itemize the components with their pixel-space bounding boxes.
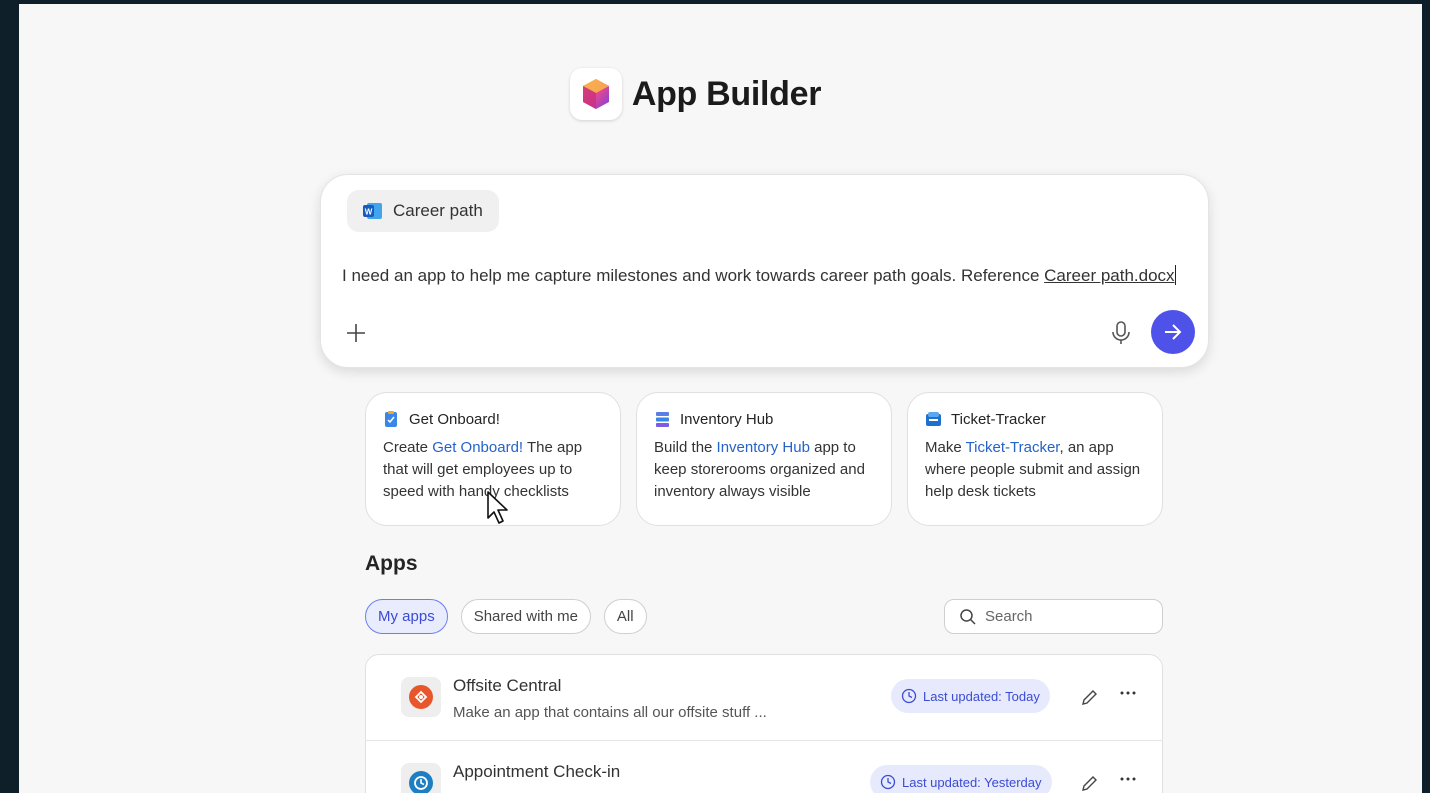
card-link[interactable]: Ticket-Tracker — [966, 439, 1060, 456]
offsite-app-icon — [401, 677, 441, 717]
last-updated-badge: Last updated: Today — [891, 679, 1050, 713]
arrow-right-icon — [1165, 324, 1182, 340]
app-builder-logo-icon — [569, 68, 622, 120]
checklist-icon — [385, 411, 397, 427]
table-row[interactable]: Appointment Check-in Last updated: Yeste… — [366, 741, 1162, 793]
edit-app-button[interactable] — [1080, 687, 1100, 707]
more-options-button[interactable] — [1118, 769, 1138, 789]
card-description: Make Ticket-Tracker, an app where people… — [925, 439, 1141, 500]
brand-header: App Builder — [19, 68, 1422, 120]
word-document-icon: W — [363, 202, 383, 220]
mouse-cursor-icon — [486, 490, 512, 531]
clock-icon — [901, 688, 917, 704]
filter-my-apps[interactable]: My apps — [365, 599, 448, 634]
app-builder-page: App Builder W Career path I need an app … — [19, 4, 1422, 793]
table-row[interactable]: Offsite Central Make an app that contain… — [366, 655, 1162, 741]
search-placeholder: Search — [985, 608, 1033, 625]
microphone-button[interactable] — [1109, 320, 1133, 346]
more-options-button[interactable] — [1118, 683, 1138, 703]
card-title: Get Onboard! — [409, 411, 500, 428]
card-title: Ticket-Tracker — [951, 411, 1046, 428]
send-button[interactable] — [1151, 310, 1195, 354]
app-name[interactable]: Appointment Check-in — [453, 762, 620, 782]
prompt-input[interactable]: I need an app to help me capture milesto… — [342, 265, 1176, 286]
attached-file-chip[interactable]: W Career path — [347, 190, 499, 232]
apps-heading: Apps — [365, 552, 418, 575]
app-description: Make an app that contains all our offsit… — [453, 704, 767, 721]
file-chip-label: Career path — [393, 201, 483, 220]
apps-list: Offsite Central Make an app that contain… — [365, 654, 1163, 793]
inventory-icon — [656, 412, 669, 427]
microphone-icon — [1112, 321, 1130, 344]
pencil-icon — [1082, 776, 1097, 791]
prompt-text: I need an app to help me capture milesto… — [342, 266, 1045, 285]
search-icon — [960, 608, 976, 625]
suggestion-cards: Get Onboard! Create Get Onboard! The app… — [365, 392, 1163, 526]
pencil-icon — [1082, 690, 1097, 705]
last-updated-badge: Last updated: Yesterday — [870, 765, 1052, 793]
apps-search-input[interactable]: Search — [944, 599, 1163, 634]
plus-icon — [347, 324, 365, 342]
clock-icon — [880, 774, 896, 790]
suggestion-card-ticket-tracker[interactable]: Ticket-Tracker Make Ticket-Tracker, an a… — [907, 392, 1163, 526]
add-attachment-button[interactable] — [343, 320, 369, 346]
app-title: App Builder — [631, 74, 822, 113]
app-name[interactable]: Offsite Central — [453, 676, 561, 696]
edit-app-button[interactable] — [1080, 773, 1100, 793]
ticket-icon — [926, 412, 941, 426]
more-horizontal-icon — [1120, 777, 1136, 781]
more-horizontal-icon — [1120, 691, 1136, 695]
appointment-app-icon — [401, 763, 441, 793]
app-filters: My apps Shared with me All — [365, 599, 647, 634]
card-link[interactable]: Inventory Hub — [717, 439, 810, 456]
svg-text:W: W — [365, 208, 373, 217]
prompt-composer[interactable]: W Career path I need an app to help me c… — [320, 174, 1209, 368]
filter-all[interactable]: All — [603, 599, 647, 634]
suggestion-card-inventory-hub[interactable]: Inventory Hub Build the Inventory Hub ap… — [636, 392, 892, 526]
card-description: Build the Inventory Hub app to keep stor… — [654, 439, 865, 500]
file-reference-link[interactable]: Career path.docx — [1044, 266, 1174, 285]
filter-shared-with-me[interactable]: Shared with me — [460, 599, 591, 634]
card-title: Inventory Hub — [680, 411, 774, 428]
text-caret — [1174, 265, 1176, 285]
card-link[interactable]: Get Onboard! — [432, 439, 523, 456]
